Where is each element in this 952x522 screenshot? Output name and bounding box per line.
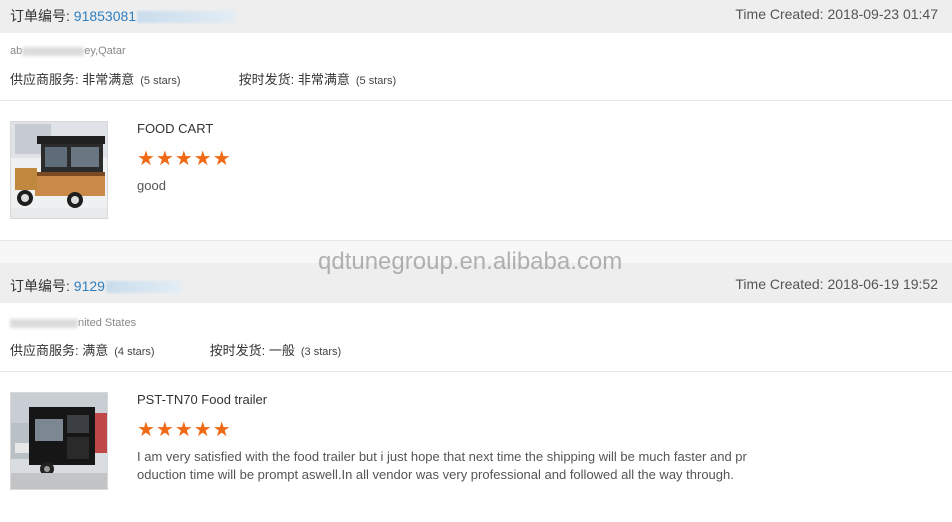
supplier-service-label: 供应商服务:: [10, 343, 83, 358]
product-thumbnail[interactable]: [10, 121, 108, 219]
product-thumbnail[interactable]: [10, 392, 108, 490]
supplier-service-value: 非常满意: [82, 72, 135, 87]
supplier-service-rating: 供应商服务: 非常满意 (5 stars): [10, 69, 235, 88]
supplier-service-label: 供应商服务:: [10, 72, 83, 87]
redacted-address: [10, 318, 78, 328]
supplier-service-stars: (5 stars): [140, 75, 181, 87]
product-title[interactable]: FOOD CART: [137, 121, 213, 136]
order-number: 订单编号: 9129: [10, 276, 181, 296]
redacted-address: [22, 46, 85, 56]
food-trailer-image: [11, 393, 107, 489]
redacted-order-id: [137, 11, 236, 24]
order-number: 订单编号: 91853081: [10, 6, 236, 26]
buyer-address: nited States: [10, 317, 136, 329]
shipping-value: 一般: [268, 343, 295, 358]
supplier-service-rating: 供应商服务: 满意 (4 stars): [10, 340, 206, 359]
order-id-link[interactable]: 9129: [74, 278, 105, 294]
seller-ratings: 供应商服务: 满意 (4 stars) 按时发货: 一般 (3 stars): [10, 340, 341, 359]
divider: [0, 371, 952, 372]
shipping-stars: (5 stars): [355, 75, 397, 87]
review-text: good: [137, 178, 166, 193]
shipping-label: 按时发货:: [209, 343, 269, 358]
redacted-order-id: [105, 281, 181, 294]
shipping-label: 按时发货:: [238, 72, 298, 87]
product-star-rating: ★★★★★: [137, 148, 232, 170]
shipping-value: 非常满意: [297, 72, 350, 87]
food-cart-image: [11, 122, 107, 218]
order-number-label: 订单编号:: [10, 8, 74, 24]
product-star-rating: ★★★★★: [137, 419, 232, 441]
shipping-rating: 按时发货: 一般 (3 stars): [210, 340, 342, 359]
time-created: Time Created: 2018-09-23 01:47: [735, 6, 938, 22]
shipping-stars: (3 stars): [300, 346, 342, 358]
buyer-address: ab ey,Qatar: [10, 45, 126, 57]
order-id-link[interactable]: 91853081: [74, 8, 136, 24]
address-suffix: nited States: [78, 317, 137, 329]
supplier-service-value: 满意: [82, 343, 109, 358]
watermark: qdtunegroup.en.alibaba.com: [318, 248, 623, 275]
divider: [0, 100, 952, 101]
shipping-rating: 按时发货: 非常满意 (5 stars): [239, 69, 397, 88]
address-prefix: ab: [10, 45, 23, 57]
product-title[interactable]: PST-TN70 Food trailer: [137, 392, 267, 407]
time-created: Time Created: 2018-06-19 19:52: [735, 276, 938, 292]
seller-ratings: 供应商服务: 非常满意 (5 stars) 按时发货: 非常满意 (5 stars): [10, 69, 396, 88]
order-number-label: 订单编号:: [10, 278, 74, 294]
order-header: 订单编号: 91853081 Time Created: 2018-09-23 …: [0, 0, 952, 33]
address-suffix: ey,Qatar: [84, 45, 126, 57]
supplier-service-stars: (4 stars): [114, 346, 155, 358]
review-text: I am very satisfied with the food traile…: [137, 449, 747, 482]
